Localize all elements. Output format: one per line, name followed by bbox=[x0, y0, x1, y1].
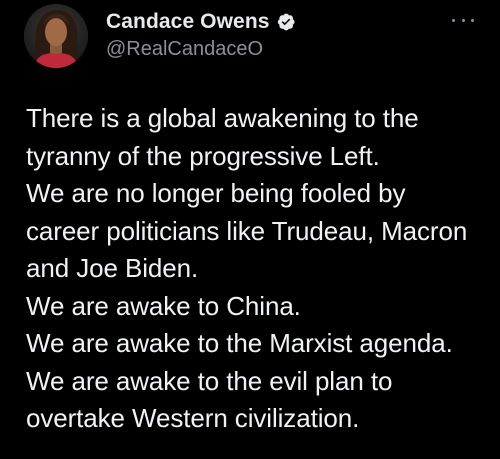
tweet-text-line: We are awake to China. bbox=[26, 290, 301, 321]
tweet-text-line: career politicians like Trudeau, Macron bbox=[26, 215, 468, 246]
tweet-text-line: tyranny of the progressive Left. bbox=[26, 140, 380, 171]
tweet-text: There is a global awakening to the tyran… bbox=[26, 100, 492, 438]
avatar[interactable] bbox=[24, 4, 88, 68]
profile-photo-icon bbox=[24, 4, 88, 68]
tweet-card: Candace Owens @RealCandaceO There is a g… bbox=[0, 0, 500, 459]
tweet-text-line: There is a global awakening to the bbox=[26, 103, 419, 133]
tweet-text-line: We are awake to the Marxist agenda. bbox=[26, 328, 453, 358]
tweet-text-line: overtake Western civilization. bbox=[26, 403, 360, 433]
tweet-text-line: We are no longer being fooled by bbox=[26, 178, 406, 208]
author-name-row[interactable]: Candace Owens bbox=[106, 10, 296, 34]
verified-badge-icon bbox=[276, 12, 296, 32]
author-handle[interactable]: @RealCandaceO bbox=[106, 38, 263, 61]
tweet-text-line: and Joe Biden. bbox=[26, 253, 199, 283]
author-display-name[interactable]: Candace Owens bbox=[106, 10, 270, 34]
tweet-text-line: We are awake to the evil plan to bbox=[26, 365, 393, 396]
more-horizontal-icon[interactable] bbox=[452, 16, 474, 24]
